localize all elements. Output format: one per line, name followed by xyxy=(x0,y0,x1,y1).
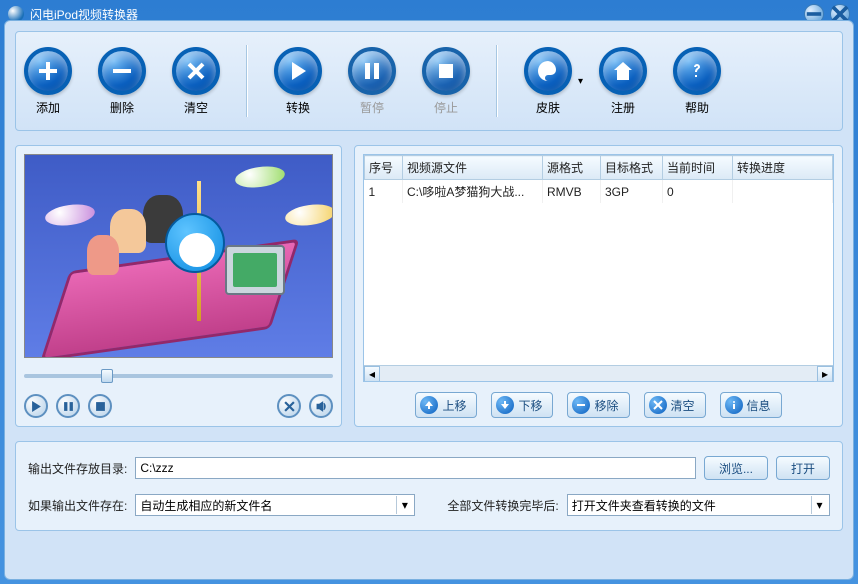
preview-pause-button[interactable] xyxy=(56,394,80,418)
col-srcfmt[interactable]: 源格式 xyxy=(543,156,601,180)
output-dir-input[interactable] xyxy=(135,457,696,479)
remove-item-button[interactable]: 移除 xyxy=(567,392,629,418)
preview-snapshot-button[interactable] xyxy=(277,394,301,418)
move-down-button[interactable]: 下移 xyxy=(491,392,553,418)
separator xyxy=(246,45,248,117)
col-index[interactable]: 序号 xyxy=(365,156,403,180)
chevron-down-icon: ▾ xyxy=(811,496,827,514)
separator xyxy=(496,45,498,117)
video-preview xyxy=(24,154,333,358)
exists-label: 如果输出文件存在: xyxy=(28,497,127,514)
after-select[interactable]: 打开文件夹查看转换的文件 ▾ xyxy=(567,494,830,516)
col-progress[interactable]: 转换进度 xyxy=(733,156,833,180)
stop-button[interactable]: 停止 xyxy=(422,47,470,116)
file-table[interactable]: 序号 视频源文件 源格式 目标格式 当前时间 转换进度 1 C:\哆啦A梦猫狗大… xyxy=(364,155,833,203)
skin-button[interactable]: 皮肤 xyxy=(524,47,572,116)
register-button[interactable]: 注册 xyxy=(599,47,647,116)
main-content: 添加 删除 清空 转换 暂停 停止 皮肤 ▾ 注册 xyxy=(4,20,854,580)
add-button[interactable]: 添加 xyxy=(24,47,72,116)
exists-select[interactable]: 自动生成相应的新文件名 ▾ xyxy=(135,494,415,516)
remove-button[interactable]: 删除 xyxy=(98,47,146,116)
move-up-button[interactable]: 上移 xyxy=(415,392,477,418)
chevron-down-icon: ▾ xyxy=(396,496,412,514)
clear-list-button[interactable]: 清空 xyxy=(644,392,706,418)
skin-dropdown-icon[interactable]: ▾ xyxy=(578,76,583,87)
info-button[interactable]: 信息 xyxy=(720,392,782,418)
pause-button[interactable]: 暂停 xyxy=(348,47,396,116)
col-tgtfmt[interactable]: 目标格式 xyxy=(601,156,663,180)
scroll-right-icon[interactable]: ▸ xyxy=(817,366,833,382)
col-source[interactable]: 视频源文件 xyxy=(403,156,543,180)
seek-bar[interactable] xyxy=(24,362,333,390)
after-label: 全部文件转换完毕后: xyxy=(447,497,558,514)
main-toolbar: 添加 删除 清空 转换 暂停 停止 皮肤 ▾ 注册 xyxy=(15,31,843,131)
h-scrollbar[interactable]: ◂ ▸ xyxy=(364,365,833,381)
help-button[interactable]: 帮助 xyxy=(673,47,721,116)
clear-button[interactable]: 清空 xyxy=(172,47,220,116)
preview-play-button[interactable] xyxy=(24,394,48,418)
output-dir-label: 输出文件存放目录: xyxy=(28,460,127,477)
scroll-left-icon[interactable]: ◂ xyxy=(364,366,380,382)
preview-volume-button[interactable] xyxy=(309,394,333,418)
browse-button[interactable]: 浏览... xyxy=(704,456,768,480)
output-settings: 输出文件存放目录: 浏览... 打开 如果输出文件存在: 自动生成相应的新文件名… xyxy=(15,441,843,531)
convert-button[interactable]: 转换 xyxy=(274,47,322,116)
col-time[interactable]: 当前时间 xyxy=(663,156,733,180)
open-button[interactable]: 打开 xyxy=(776,456,830,480)
file-list-panel: 序号 视频源文件 源格式 目标格式 当前时间 转换进度 1 C:\哆啦A梦猫狗大… xyxy=(354,145,843,427)
preview-panel xyxy=(15,145,342,427)
preview-stop-button[interactable] xyxy=(88,394,112,418)
table-row[interactable]: 1 C:\哆啦A梦猫狗大战... RMVB 3GP 0 xyxy=(365,180,833,204)
